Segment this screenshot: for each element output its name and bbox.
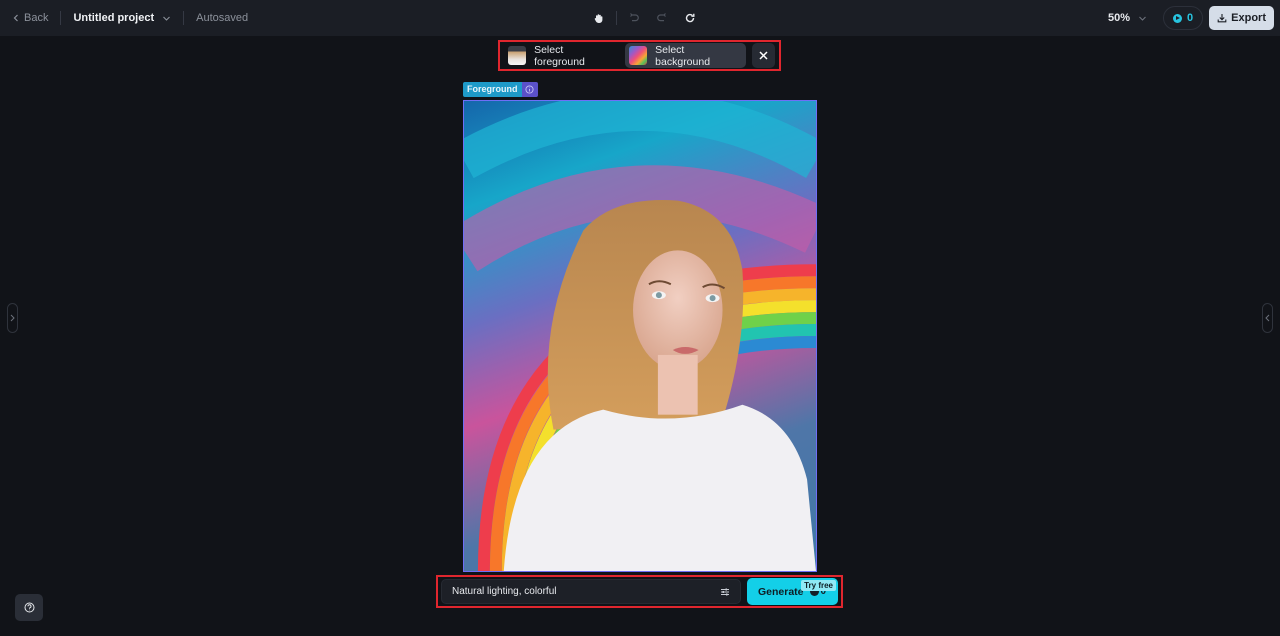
back-label: Back: [24, 12, 49, 24]
undo-icon: [630, 13, 639, 22]
select-foreground-label: Select foreground: [534, 43, 585, 68]
refresh-icon: [685, 13, 695, 23]
divider: [183, 11, 185, 25]
top-bar: Back Untitled project Autosaved 50% 0 Ex…: [0, 0, 1280, 36]
left-panel-toggle[interactable]: [7, 303, 18, 333]
credits-badge[interactable]: 0: [1163, 6, 1204, 30]
canvas-image[interactable]: [463, 100, 817, 572]
redo-button[interactable]: [651, 7, 673, 29]
back-button[interactable]: Back: [12, 12, 48, 24]
info-icon: [525, 85, 534, 94]
chevron-down-icon: [163, 16, 171, 21]
undo-button[interactable]: [623, 7, 645, 29]
chevron-left-icon: [1265, 314, 1270, 322]
project-title: Untitled project: [73, 12, 155, 24]
zoom-dropdown[interactable]: 50%: [1108, 12, 1147, 24]
close-selection-button[interactable]: [752, 43, 775, 68]
chevron-left-icon: [13, 14, 18, 22]
credits-count: 0: [1187, 12, 1194, 24]
project-title-dropdown[interactable]: Untitled project: [73, 12, 171, 24]
background-thumbnail: [629, 46, 648, 65]
help-icon: [24, 602, 34, 613]
layer-tag-label: Foreground: [463, 82, 522, 97]
divider: [616, 11, 617, 25]
generate-label: Generate: [758, 585, 804, 598]
export-button[interactable]: Export: [1209, 6, 1274, 30]
composited-photo: [464, 101, 816, 571]
save-status: Autosaved: [196, 12, 249, 24]
right-panel-toggle[interactable]: [1262, 303, 1273, 333]
prompt-input[interactable]: [452, 586, 712, 597]
export-label: Export: [1231, 12, 1266, 24]
help-button[interactable]: [15, 594, 43, 621]
try-free-badge: Try free: [801, 580, 836, 591]
download-icon: [1217, 14, 1227, 23]
divider: [60, 11, 62, 25]
credit-icon: [1173, 13, 1183, 23]
close-icon: [759, 51, 768, 60]
refresh-button[interactable]: [679, 7, 701, 29]
layer-info-button[interactable]: [521, 82, 538, 97]
top-bar-left: Back Untitled project Autosaved: [12, 0, 248, 36]
canvas-tools: [588, 0, 701, 36]
prompt-field[interactable]: [441, 579, 741, 604]
chevron-right-icon: [10, 314, 15, 322]
select-background-label: Select background: [655, 43, 711, 68]
redo-icon: [657, 13, 666, 22]
chevron-down-icon: [1139, 16, 1146, 21]
layer-tag: Foreground: [463, 82, 538, 97]
top-bar-right: 50% 0 Export: [1108, 0, 1274, 36]
select-background-button[interactable]: Select background: [625, 43, 747, 68]
hand-tool-button[interactable]: [588, 7, 610, 29]
hand-icon: [594, 14, 603, 23]
selection-mode-bar: Select foreground Select background: [498, 40, 781, 71]
zoom-level: 50%: [1108, 12, 1131, 24]
foreground-thumbnail: [508, 46, 527, 65]
settings-sliders-icon[interactable]: [720, 587, 730, 597]
prompt-bar: Generate 0 Try free: [436, 575, 843, 608]
generate-button[interactable]: Generate 0 Try free: [747, 578, 838, 605]
select-foreground-button[interactable]: Select foreground: [504, 43, 621, 68]
